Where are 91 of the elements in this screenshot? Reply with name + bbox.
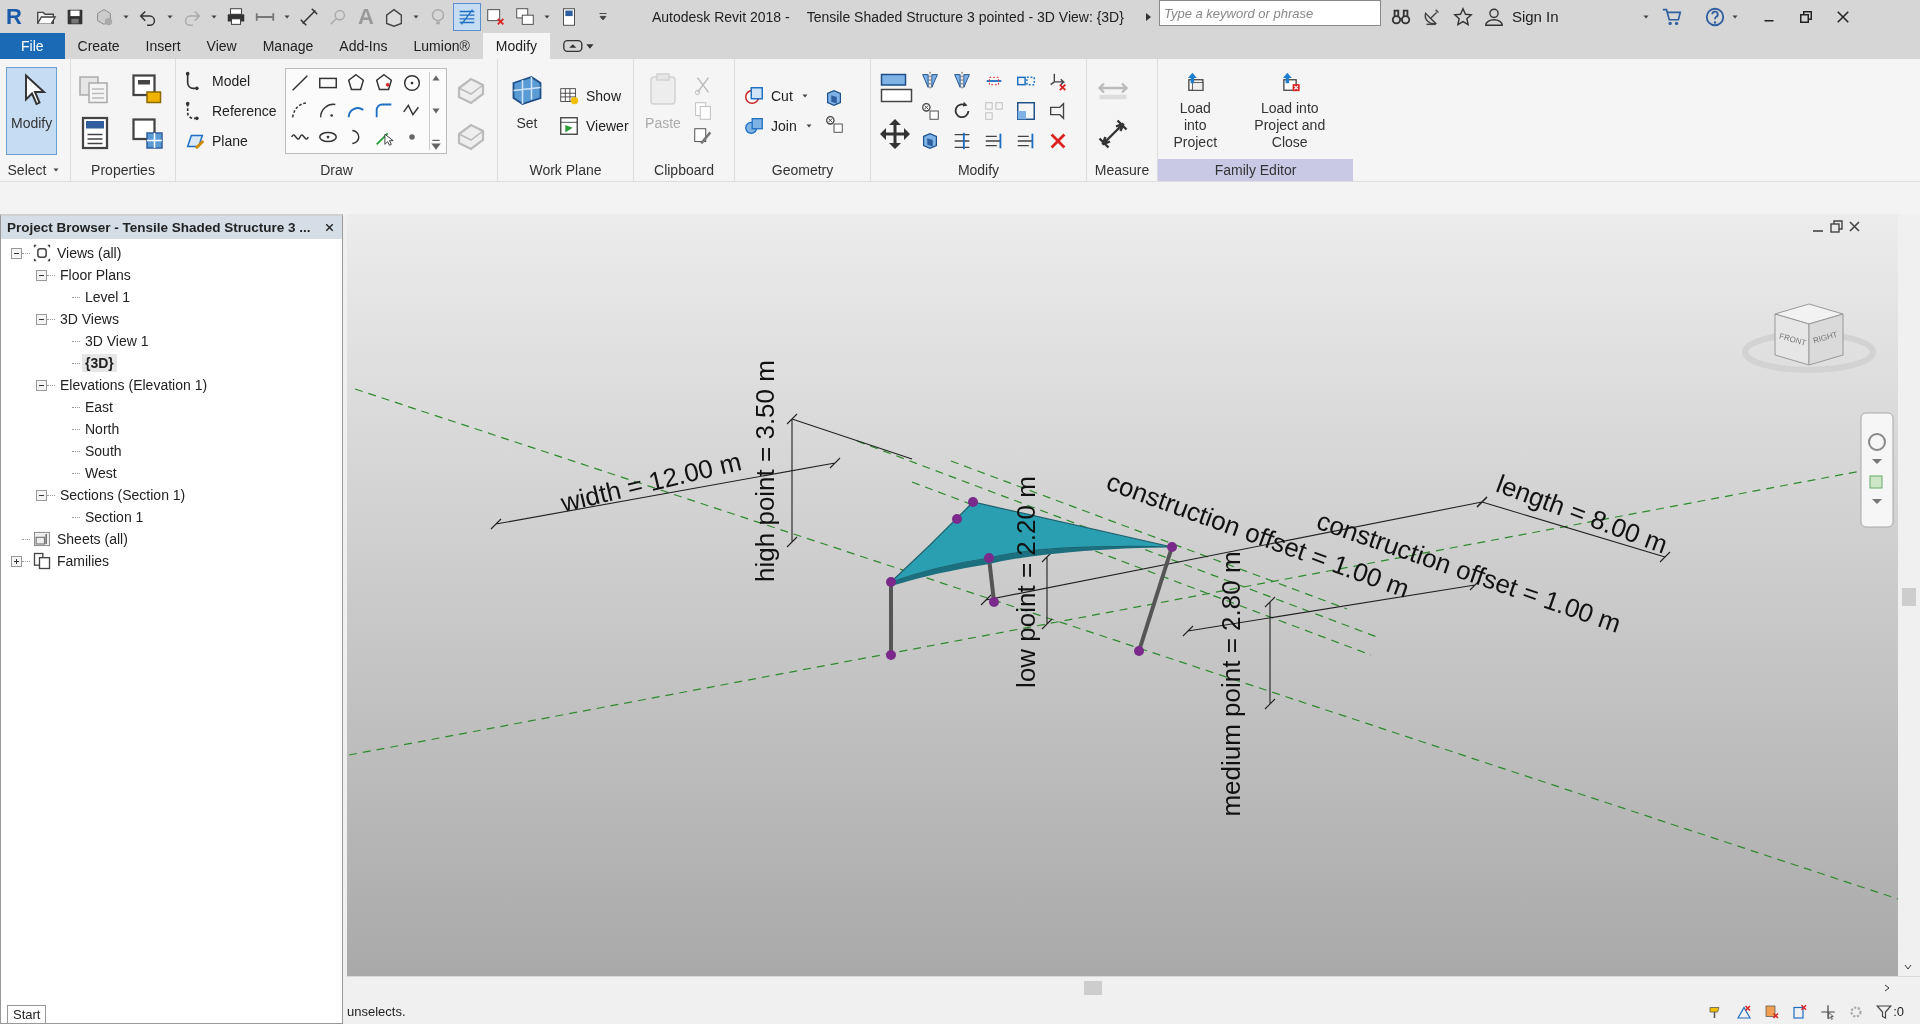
file-tab[interactable]: File: [0, 33, 65, 59]
tree-item[interactable]: North: [82, 420, 123, 438]
load-button[interactable]: Load into Project and Close: [1232, 67, 1347, 155]
cut-geometry-icon: [743, 85, 765, 107]
scale-icon[interactable]: [1015, 100, 1037, 122]
ribbon-button[interactable]: Model: [182, 68, 279, 94]
tree-item[interactable]: Section 1: [82, 508, 147, 526]
restore-icon[interactable]: [1830, 220, 1843, 233]
scroll-thumb[interactable]: [1084, 981, 1102, 995]
tree-item[interactable]: East: [82, 398, 116, 416]
ribbon-button[interactable]: Viewer: [556, 113, 631, 139]
mirror-icon[interactable]: [919, 70, 941, 92]
dimension-label[interactable]: high point = 3.50 m: [750, 360, 780, 582]
tree-item[interactable]: 3D View 1: [82, 332, 152, 350]
set-button[interactable]: Set: [504, 67, 550, 155]
scroll-thumb[interactable]: [1902, 588, 1916, 606]
panel-title: Work Plane: [529, 162, 602, 178]
search-field[interactable]: Type a keyword or phrase: [1158, 0, 1381, 26]
tree-item[interactable]: {3D}: [82, 354, 117, 372]
viewer-icon: [558, 115, 580, 137]
ribbon-button[interactable]: Plane: [182, 128, 279, 154]
collapse-icon[interactable]: [36, 269, 47, 281]
more-icon[interactable]: [429, 138, 442, 150]
ribbon-button[interactable]: Show: [556, 83, 631, 109]
load-button[interactable]: Load into Project: [1164, 67, 1227, 155]
grid-icon: [558, 85, 580, 107]
ribbon-button[interactable]: Reference: [182, 98, 279, 124]
dimension-label[interactable]: medium point = 2.80 m: [1216, 551, 1246, 817]
panel-title: Project Browser - Tensile Shaded Structure 3 ...: [7, 220, 311, 235]
dimension-label[interactable]: width = 12.00 m: [557, 446, 745, 518]
split-icon[interactable]: [919, 100, 941, 122]
panel-title: Modify: [957, 162, 1000, 178]
sign-in-link[interactable]: Sign In: [1511, 8, 1559, 25]
modify-button[interactable]: Modify: [6, 67, 58, 155]
sheets-icon: [32, 529, 52, 549]
help-icon[interactable]: [1703, 5, 1726, 28]
ribbon-tab[interactable]: Modify: [482, 33, 550, 59]
ribbon-tab[interactable]: Insert: [132, 33, 194, 59]
expand-icon[interactable]: [11, 555, 22, 567]
collapse-icon[interactable]: [11, 247, 22, 259]
start-tab[interactable]: Start: [7, 1005, 47, 1023]
ribbon-tab[interactable]: View: [193, 33, 250, 59]
dimension-label[interactable]: low point = 2.20 m: [1011, 476, 1041, 688]
star-icon[interactable]: [1451, 5, 1474, 28]
ribbon-tab[interactable]: Lumion®: [400, 33, 483, 59]
dimension-label[interactable]: length = 8.00 m: [1492, 468, 1672, 560]
tree-item[interactable]: Sections (Section 1): [57, 486, 189, 504]
panel-title: Clipboard: [654, 162, 714, 178]
status-message: unselects.: [347, 1004, 407, 1019]
families-icon: [32, 551, 52, 571]
ribbon-tab[interactable]: Manage: [249, 33, 327, 59]
scroll-right-icon[interactable]: [1882, 983, 1892, 993]
document-title: Tensile Shaded Structure 3 pointed - 3D View: {3D}: [806, 8, 1124, 25]
tree-item[interactable]: Families: [54, 552, 113, 570]
selection-count: :0: [1893, 1004, 1904, 1019]
mirror-icon[interactable]: [951, 70, 973, 92]
close-icon[interactable]: [323, 221, 336, 234]
app-logo[interactable]: R: [6, 3, 30, 30]
underlay-icon[interactable]: [1735, 1002, 1754, 1021]
family-types-icon[interactable]: [129, 115, 165, 151]
tree-item[interactable]: Floor Plans: [57, 266, 134, 284]
collapse-icon[interactable]: [36, 379, 47, 391]
tree-item[interactable]: Views (all): [54, 244, 125, 262]
ribbon-button[interactable]: Cut: [741, 83, 817, 109]
views-icon: [32, 243, 52, 263]
tree-item[interactable]: Elevations (Elevation 1): [57, 376, 211, 394]
tree-item[interactable]: South: [82, 442, 125, 460]
join-geometry-icon: [743, 115, 765, 137]
ribbon-tab[interactable]: Create: [64, 33, 133, 59]
collapse-icon[interactable]: [36, 313, 47, 325]
tree-item[interactable]: Level 1: [82, 288, 134, 306]
close-icon[interactable]: [1849, 221, 1860, 232]
panel-title: Geometry: [771, 162, 834, 178]
tree-item[interactable]: 3D Views: [57, 310, 122, 328]
panel-title: Properties: [91, 162, 155, 178]
panel-title: Family Editor: [1214, 162, 1297, 178]
navigation-bar[interactable]: [1860, 412, 1894, 528]
app-title: Autodesk Revit 2018 -: [651, 8, 790, 25]
panel-title: Measure: [1094, 162, 1150, 178]
scroll-down-icon[interactable]: [1903, 962, 1913, 972]
collapse-icon[interactable]: [36, 489, 47, 501]
panel-title[interactable]: Select: [7, 162, 47, 178]
tree-item[interactable]: West: [82, 464, 120, 482]
drag-icon[interactable]: [1819, 1002, 1838, 1021]
panel-title: Draw: [320, 162, 353, 178]
ribbon-tab[interactable]: Add-Ins: [326, 33, 401, 59]
ribbon-button[interactable]: Join: [741, 113, 817, 139]
tree-item[interactable]: Sheets (all): [54, 530, 131, 548]
minimize-icon[interactable]: [1812, 230, 1824, 232]
filter-icon[interactable]: [1875, 1002, 1894, 1021]
thin-lines-icon[interactable]: [453, 3, 480, 30]
